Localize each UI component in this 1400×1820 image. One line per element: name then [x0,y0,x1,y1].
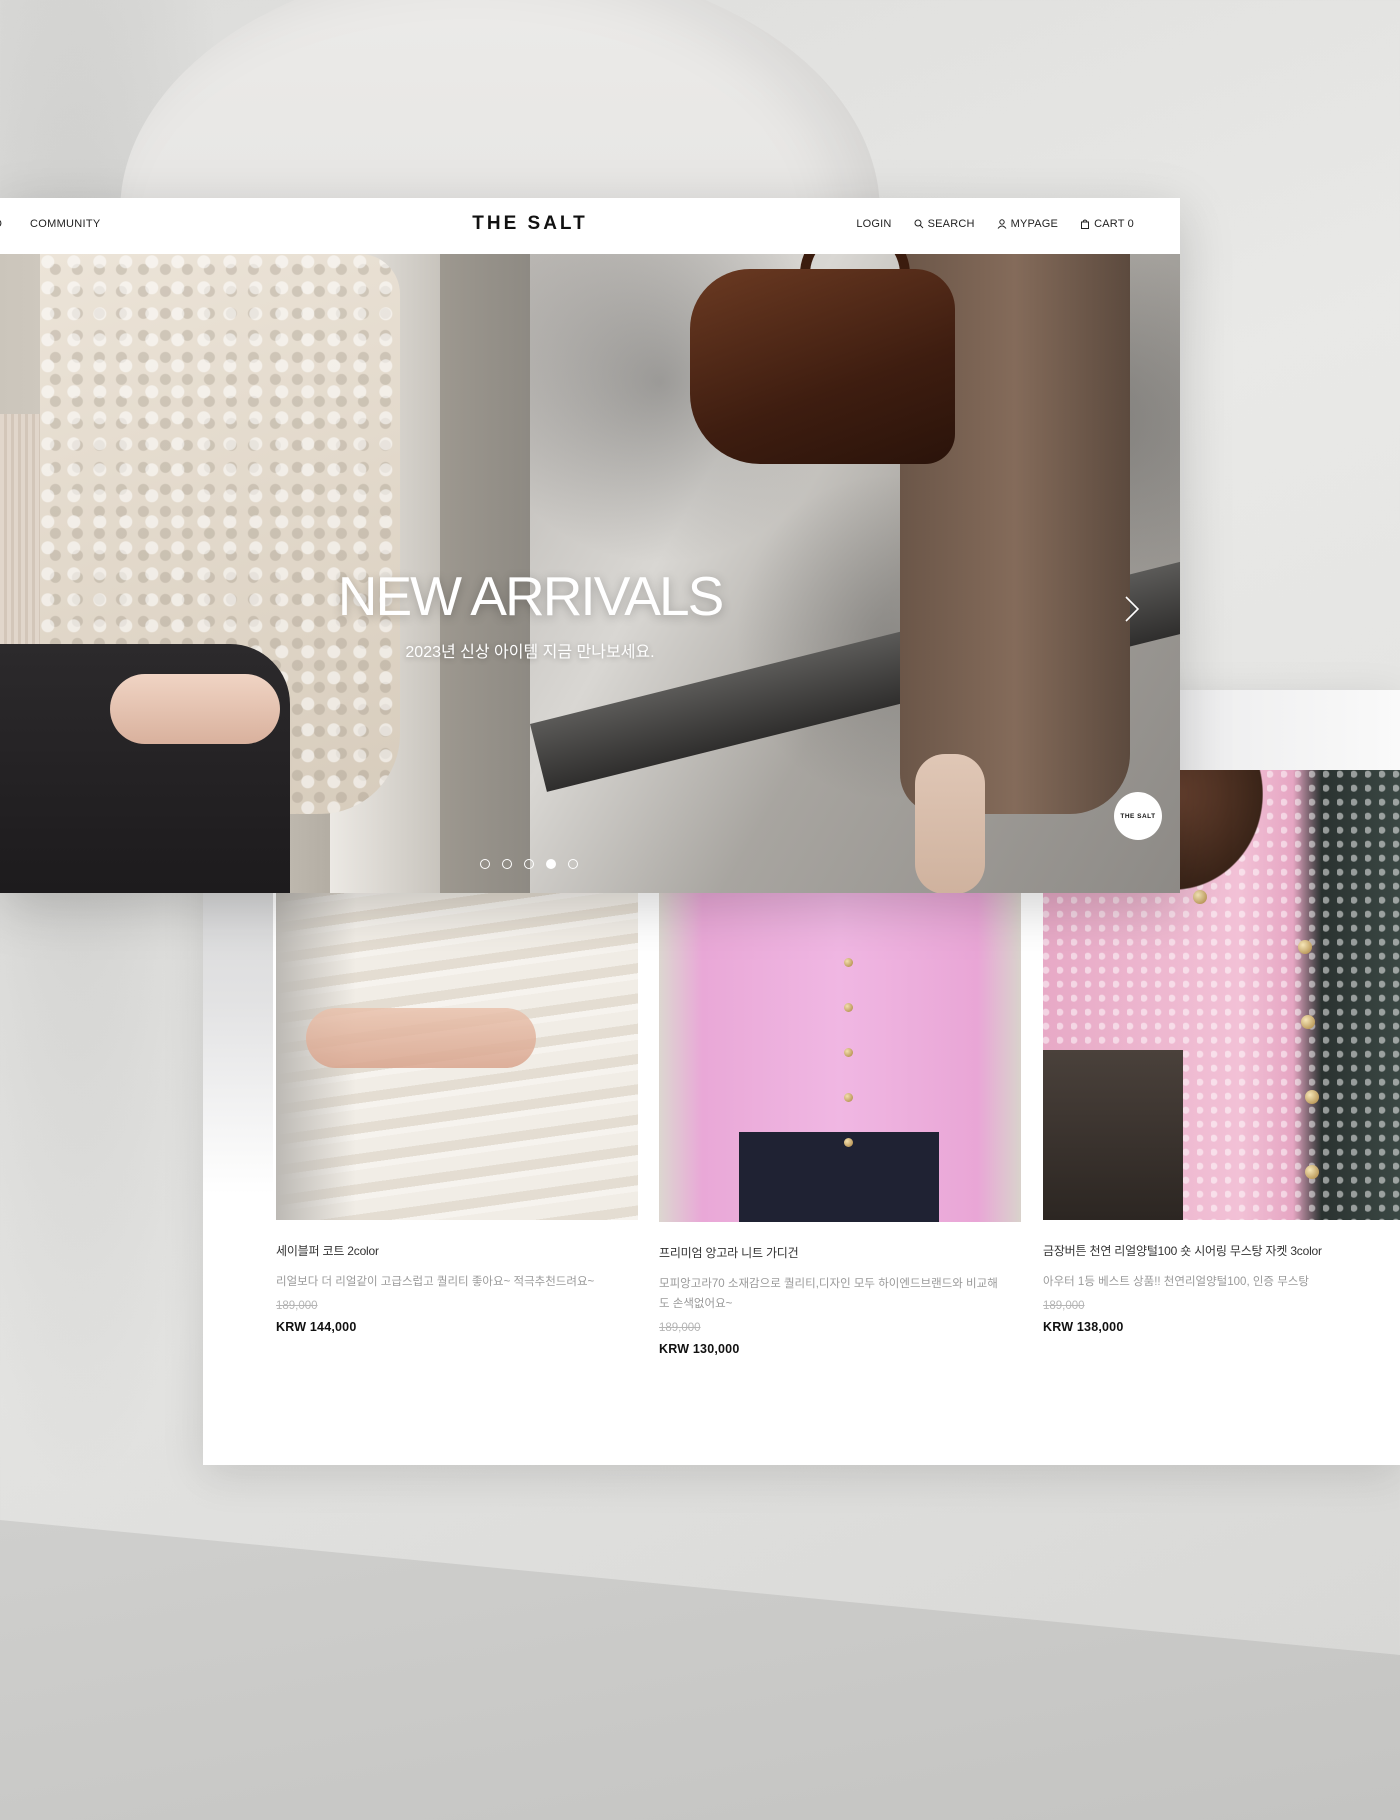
slider-dot[interactable] [546,859,556,869]
product-name[interactable]: 프리미엄 앙고라 니트 가디건 [659,1244,1021,1261]
main-page-window: D COMMUNITY THE SALT LOGIN SEARCH MYPAGE… [0,198,1180,893]
product-description: 모피앙고라70 소재감으로 퀄리티,디자인 모두 하이엔드브랜드와 비교해도 손… [659,1278,998,1310]
mypage-link[interactable]: MYPAGE [997,218,1058,230]
background-floor [0,1520,1400,1820]
product-original-price: 189,000 [276,1300,318,1312]
user-icon [997,219,1007,229]
login-label[interactable]: LOGIN [856,218,891,230]
hero-image-detail [690,269,955,464]
hero-title: NEW ARRIVALS [337,565,725,627]
login-link[interactable]: LOGIN [856,218,891,230]
hero-subtitle: 2023년 신상 아이템 지금 만나보세요. [405,644,655,661]
product-description: 리얼보다 더 리얼같이 고급스럽고 퀄리티 좋아요~ 적극추천드려요~ [276,1276,595,1288]
product-name[interactable]: 금장버튼 천연 리얼양털100 숏 시어링 무스탕 자켓 3color [1043,1242,1400,1259]
slider-dot[interactable] [568,859,578,869]
top-navigation: D COMMUNITY THE SALT LOGIN SEARCH MYPAGE… [0,198,1180,254]
product-original-price: 189,000 [659,1322,701,1334]
search-label[interactable]: SEARCH [928,218,975,230]
cart-label[interactable]: CART 0 [1094,218,1134,230]
product-description: 아우터 1등 베스트 상품!! 천연리얼양털100, 인증 무스탕 [1043,1276,1309,1288]
product-price: KRW 130,000 [659,1342,740,1356]
search-link[interactable]: SEARCH [914,218,975,230]
nav-right: LOGIN SEARCH MYPAGE CART 0 [856,218,1134,230]
product-price: KRW 144,000 [276,1320,357,1334]
slider-dot[interactable] [480,859,490,869]
slider-dot[interactable] [524,859,534,869]
hero-image-detail [110,674,280,744]
image-detail [1043,1050,1183,1220]
product-original-price: 189,000 [1043,1300,1085,1312]
chevron-right-icon[interactable] [1120,594,1144,624]
product-name[interactable]: 세이블퍼 코트 2color [276,1242,638,1259]
product-price: KRW 138,000 [1043,1320,1124,1334]
bag-icon [1081,219,1090,229]
cart-link[interactable]: CART 0 [1080,218,1134,230]
hero-slider[interactable]: NEW ARRIVALS 2023년 신상 아이템 지금 만나보세요. THE … [0,254,1180,893]
product-card[interactable]: 프리미엄 앙고라 니트 가디건 모피앙고라70 소재감으로 퀄리티,디자인 모두… [659,818,1021,1356]
product-card[interactable]: 금장버튼 천연 리얼양털100 숏 시어링 무스탕 자켓 3color 아우터 … [1043,770,1400,1334]
product-card[interactable]: 세이블퍼 코트 2color 리얼보다 더 리얼같이 고급스럽고 퀄리티 좋아요… [276,818,638,1334]
slider-dot[interactable] [502,859,512,869]
mypage-label[interactable]: MYPAGE [1011,218,1058,230]
image-detail [739,1132,939,1222]
slider-pagination [480,859,578,869]
logo-text[interactable]: THE SALT [472,213,587,234]
brand-badge[interactable]: THE SALT [1114,792,1162,840]
search-icon [914,219,923,229]
hero-image-detail [915,754,985,893]
